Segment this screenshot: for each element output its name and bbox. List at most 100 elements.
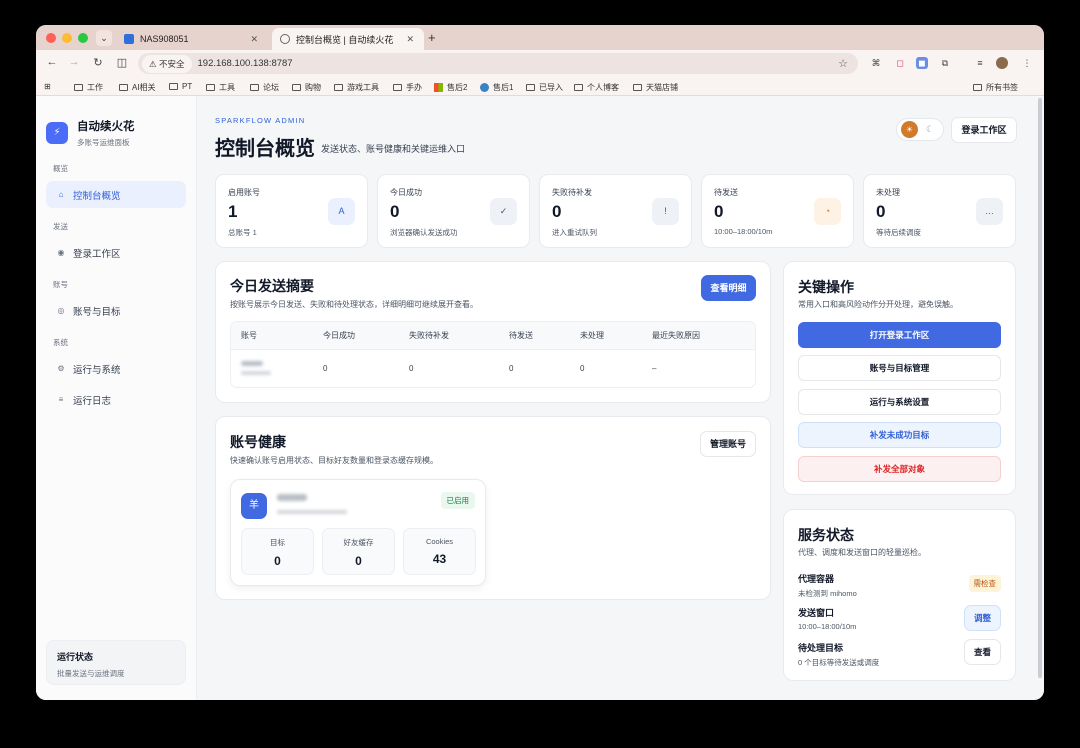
maximize-window-button[interactable]	[78, 33, 88, 43]
minimize-window-button[interactable]	[62, 33, 72, 43]
login-workspace-button[interactable]: 登录工作区	[951, 117, 1017, 143]
view-button[interactable]: 查看	[964, 639, 1001, 665]
service-title: 服务状态	[798, 527, 854, 543]
sidebar-toggle-icon[interactable]: ◫	[114, 56, 130, 69]
bookmark-folder[interactable]: 已导入	[526, 82, 563, 93]
manage-accounts-button[interactable]: 管理账号	[700, 431, 756, 457]
forward-icon[interactable]: →	[66, 56, 82, 68]
bookmark-label: 已导入	[539, 83, 563, 92]
bookmark-label: AI相关	[132, 83, 156, 92]
bookmark-folder[interactable]: PT	[169, 82, 192, 91]
metric-label: 好友缓存	[343, 538, 374, 547]
bookmarks-bar: ⊞ 工作 AI相关 PT 工具 论坛 购物 游戏工具 手办 售后2 售后1 已导…	[36, 78, 1044, 96]
browser-window: ⌄ NAS908051 ✕ 控制台概览 | 自动续火花 ✕ + ← → ↻ ◫ …	[36, 25, 1044, 700]
bookmark-folder[interactable]: 论坛	[250, 82, 279, 93]
stat-hint: 等待后续调度	[876, 228, 921, 237]
scrollbar[interactable]	[1036, 96, 1044, 700]
sidebar-item-accounts-targets[interactable]: ◎ 账号与目标	[46, 297, 186, 324]
table-row[interactable]: 0 0 0 0 –	[231, 349, 755, 387]
stat-label: 今日成功	[390, 188, 422, 197]
list-icon: ≡	[58, 395, 64, 404]
sidebar-item-label: 运行与系统	[73, 364, 121, 376]
main-content: SPARKFLOW ADMIN 控制台概览 发送状态、账号健康和关键运维入口 ☀…	[197, 96, 1044, 700]
close-tab-icon[interactable]: ✕	[250, 34, 258, 45]
bookmark-folder[interactable]: 手办	[393, 82, 422, 93]
stat-hint: 10:00–18:00/10m	[714, 227, 773, 236]
insecure-badge[interactable]: ⚠ 不安全	[142, 54, 192, 73]
view-details-button[interactable]: 查看明细	[701, 275, 756, 301]
media-icon[interactable]: ≡	[974, 57, 986, 69]
scrollbar-thumb[interactable]	[1038, 98, 1042, 678]
tab-nas[interactable]: NAS908051 ✕	[116, 28, 268, 50]
bookmark-label: 购物	[305, 83, 321, 92]
column-header: 账号	[231, 322, 313, 350]
bookmark-folder[interactable]: 工作	[74, 82, 103, 93]
summary-table-wrap: 账号 今日成功 失败待补发 待发送 未处理 最近失败原因 0 0 0 0 –	[230, 321, 756, 388]
extension-icon[interactable]: ◻	[894, 57, 906, 69]
avatar: 羊	[241, 493, 267, 519]
bookmark-star-icon[interactable]: ☆	[838, 57, 848, 70]
bookmark-folder[interactable]: 购物	[292, 82, 321, 93]
extension-icon[interactable]: ⌘	[870, 57, 882, 69]
tab-console[interactable]: 控制台概览 | 自动续火花 ✕	[272, 28, 424, 50]
reload-icon[interactable]: ↻	[90, 56, 106, 69]
success-cell: 0	[323, 363, 328, 373]
account-letter-icon: A	[328, 198, 355, 225]
account-target-manage-button[interactable]: 账号与目标管理	[798, 355, 1001, 381]
apps-grid-icon[interactable]: ⊞	[44, 82, 51, 91]
back-icon[interactable]: ←	[44, 56, 60, 68]
extensions-puzzle-icon[interactable]: ⧉	[939, 57, 951, 69]
key-actions-card: 关键操作 常用入口和高风险动作分开处理，避免误触。 打开登录工作区 账号与目标管…	[783, 261, 1016, 495]
open-login-workspace-button[interactable]: 打开登录工作区	[798, 322, 1001, 348]
column-header: 待发送	[499, 322, 570, 350]
page-title: 控制台概览	[215, 138, 315, 160]
run-system-settings-button[interactable]: 运行与系统设置	[798, 389, 1001, 415]
resend-all-button[interactable]: 补发全部对象	[798, 456, 1001, 482]
bookmark-link[interactable]: 售后2	[434, 82, 467, 93]
globe-favicon-icon	[280, 34, 290, 44]
adjust-button[interactable]: 调整	[964, 605, 1001, 631]
bookmark-folder[interactable]: 个人博客	[574, 82, 619, 93]
browser-toolbar: ← → ↻ ◫ ⚠ 不安全 192.168.100.138:8787 ☆ ⌘ ◻…	[36, 50, 1044, 78]
profile-avatar-icon[interactable]	[996, 57, 1008, 69]
sidebar-item-login-workspace[interactable]: ◉ 登录工作区	[46, 239, 186, 266]
bookmark-label: 所有书签	[986, 83, 1018, 92]
actions-title: 关键操作	[798, 279, 854, 295]
resend-failed-button[interactable]: 补发未成功目标	[798, 422, 1001, 448]
theme-toggle[interactable]: ☀ ☾	[896, 118, 944, 141]
summary-subtitle: 按账号展示今日发送、失败和待处理状态，详细明细可继续展开查看。	[230, 300, 478, 309]
bookmark-link[interactable]: 售后1	[480, 82, 513, 93]
redacted-account-id	[241, 371, 271, 376]
nas-favicon-icon	[124, 34, 134, 44]
spark-logo-icon: ⚡	[46, 122, 68, 144]
sidebar-item-run-log[interactable]: ≡ 运行日志	[46, 386, 186, 413]
sidebar-item-label: 账号与目标	[73, 306, 121, 318]
close-tab-icon[interactable]: ✕	[406, 34, 414, 45]
window-controls	[46, 33, 88, 43]
brand-title: 自动续火花	[77, 121, 135, 133]
bookmark-folder[interactable]: 游戏工具	[334, 82, 379, 93]
address-bar[interactable]: ⚠ 不安全 192.168.100.138:8787 ☆	[138, 53, 858, 74]
bookmark-label: 游戏工具	[347, 83, 379, 92]
tab-search-icon[interactable]: ⌄	[96, 30, 112, 46]
service-row-proxy: 代理容器 未检测到 mihomo 需检查	[798, 572, 1001, 599]
menu-kebab-icon[interactable]: ⋮	[1021, 57, 1033, 69]
new-tab-icon[interactable]: +	[428, 30, 436, 45]
bookmark-label: 售后1	[493, 83, 514, 92]
all-bookmarks[interactable]: 所有书签	[973, 82, 1018, 93]
bookmark-folder[interactable]: AI相关	[119, 82, 156, 93]
section-label-system: 系统	[53, 338, 68, 347]
redacted-account-name	[277, 494, 307, 501]
sidebar-item-run-system[interactable]: ⚙ 运行与系统	[46, 355, 186, 382]
metric-label: Cookies	[425, 537, 454, 546]
close-window-button[interactable]	[46, 33, 56, 43]
stat-label: 启用账号	[228, 188, 260, 197]
sidebar-item-overview[interactable]: ⌂ 控制台概览	[46, 181, 186, 208]
extension-icon[interactable]: ◼	[916, 57, 928, 69]
account-health-item[interactable]: 羊 已启用 目标 0 好友缓存 0 Cookies 43	[230, 479, 486, 586]
bookmark-folder[interactable]: 天猫店铺	[633, 82, 678, 93]
metric-value: 0	[274, 554, 281, 568]
insecure-label: 不安全	[158, 58, 185, 69]
bookmark-label: 个人博客	[587, 83, 619, 92]
bookmark-folder[interactable]: 工具	[206, 82, 235, 93]
